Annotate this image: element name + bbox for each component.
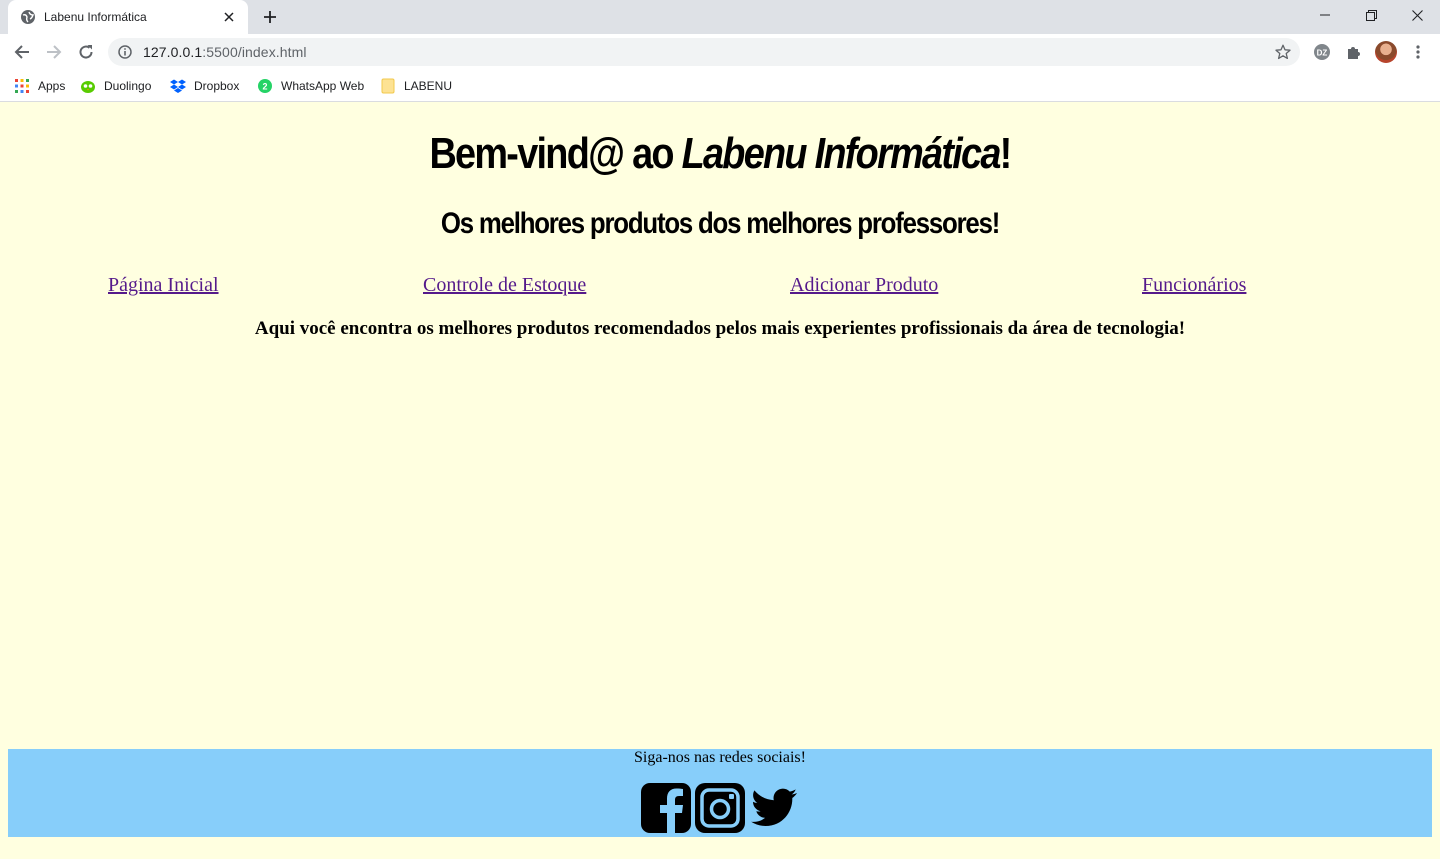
browser-tabstrip: Labenu Informática [0,0,1440,34]
tab-title: Labenu Informática [44,10,147,24]
menu-kebab-icon[interactable] [1406,40,1430,64]
minimize-icon[interactable] [1302,0,1348,30]
bookmark-label: Duolingo [104,79,152,93]
globe-icon [20,9,36,25]
extension-icon[interactable]: DZ [1310,40,1334,64]
browser-tab[interactable]: Labenu Informática [8,0,248,34]
puzzle-extensions-icon[interactable] [1342,40,1366,64]
url-path: :5500/index.html [202,44,307,60]
title-suffix: ! [999,129,1013,178]
whatsapp-icon: 2 [257,78,273,94]
nav-link-adicionar-produto[interactable]: Adicionar Produto [790,274,938,297]
address-bar[interactable]: 127.0.0.1:5500/index.html [108,38,1300,66]
browser-toolbar: 127.0.0.1:5500/index.html DZ [0,34,1440,70]
bookmark-label: Apps [38,79,66,93]
bookmarks-bar: Apps Duolingo Dropbox 2 WhatsApp Web LAB… [0,70,1440,102]
bookmark-whatsapp[interactable]: 2 WhatsApp Web [257,76,364,96]
url-text[interactable]: 127.0.0.1:5500/index.html [143,44,307,60]
page-viewport: Bem-vind@ ao Labenu Informática! Os melh… [0,103,1440,859]
footer: Siga-nos nas redes sociais! [8,749,1432,837]
bookmark-labenu[interactable]: LABENU [380,76,452,96]
bookmark-star-icon[interactable] [1274,43,1292,61]
svg-text:DZ: DZ [1317,49,1328,58]
bookmark-label: WhatsApp Web [281,79,365,93]
intro-text: Aqui você encontra os melhores produtos … [254,318,1186,339]
forward-arrow-icon[interactable] [40,38,68,66]
bookmark-label: LABENU [404,79,453,93]
whatsapp-badge: 2 [262,82,267,92]
page-subtitle: Os melhores produtos dos melhores profes… [440,207,1000,240]
bookmark-dropbox[interactable]: Dropbox [170,76,239,96]
facebook-icon[interactable] [641,783,691,833]
nav-link-controle-estoque[interactable]: Controle de Estoque [423,274,586,297]
nav-link-funcionarios[interactable]: Funcionários [1142,274,1246,297]
nav-link-pagina-inicial[interactable]: Página Inicial [108,274,219,297]
close-window-icon[interactable] [1394,0,1440,30]
reload-icon[interactable] [72,38,100,66]
restore-icon[interactable] [1348,0,1394,30]
profile-avatar[interactable] [1375,41,1397,63]
bookmark-duolingo[interactable]: Duolingo [80,76,151,96]
footer-text: Siga-nos nas redes sociais! [634,749,806,766]
instagram-icon[interactable] [695,783,745,833]
title-brand: Labenu Informática [681,129,1002,178]
folder-icon [380,78,396,94]
apps-grid-icon [14,78,30,94]
duolingo-icon [80,78,96,94]
dropbox-icon [170,78,186,94]
page-title: Bem-vind@ ao Labenu Informática! [101,129,1339,179]
site-info-icon[interactable] [116,43,134,61]
new-tab-icon[interactable] [258,6,282,28]
twitter-icon[interactable] [749,783,799,833]
url-host: 127.0.0.1 [143,44,203,60]
back-arrow-icon[interactable] [8,38,36,66]
bookmark-apps[interactable]: Apps [14,76,65,96]
bookmark-label: Dropbox [194,79,240,93]
title-prefix: Bem-vind@ ao [429,129,682,178]
tab-close-icon[interactable] [220,8,238,26]
